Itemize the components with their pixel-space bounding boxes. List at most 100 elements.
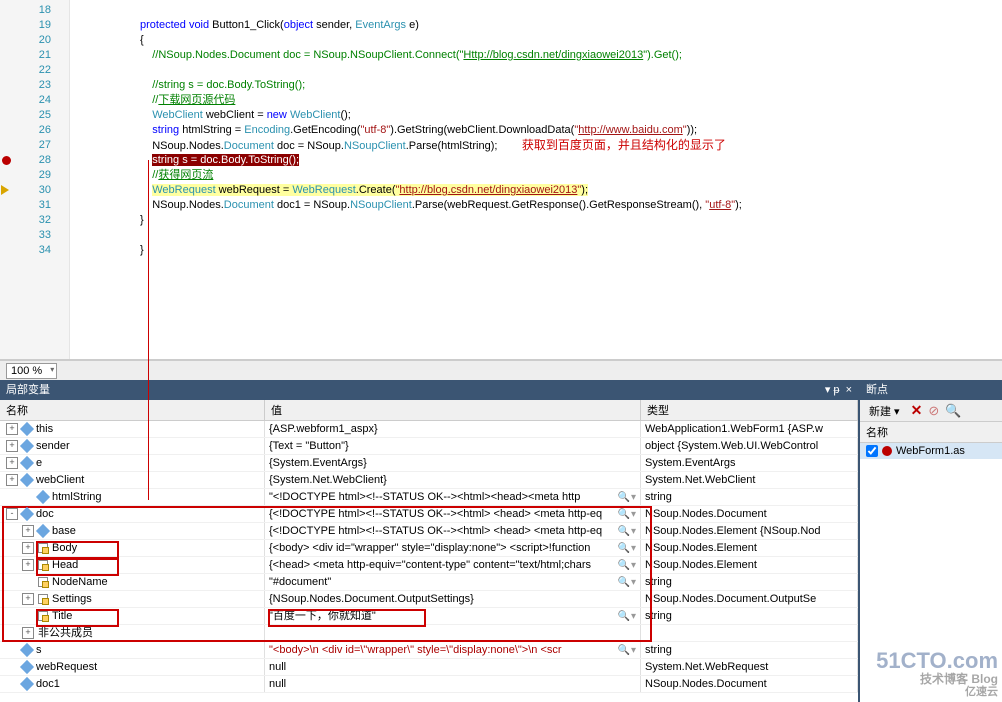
magnifier-icon[interactable]: 🔍 bbox=[618, 506, 636, 522]
magnifier-icon[interactable]: 🔍 bbox=[618, 642, 636, 658]
magnifier-icon[interactable]: 🔍 bbox=[618, 489, 636, 505]
code-line[interactable]: string htmlString = Encoding.GetEncoding… bbox=[70, 123, 1002, 138]
expand-toggle[interactable]: + bbox=[6, 440, 18, 452]
line-number[interactable]: 33 bbox=[0, 228, 69, 243]
cell-value[interactable]: null bbox=[265, 676, 641, 692]
code-line[interactable]: //NSoup.Nodes.Document doc = NSoup.NSoup… bbox=[70, 48, 1002, 63]
magnifier-icon[interactable]: 🔍 bbox=[618, 608, 636, 624]
bp-header-name[interactable]: 名称 bbox=[860, 422, 1002, 443]
cell-name[interactable]: s bbox=[0, 642, 265, 658]
zoom-combo[interactable]: 100 % bbox=[6, 363, 57, 379]
bp-checkbox[interactable] bbox=[866, 445, 878, 457]
cell-name[interactable]: +webClient bbox=[0, 472, 265, 488]
locals-row[interactable]: +Head{<head> <meta http-equiv="content-t… bbox=[0, 557, 858, 574]
code-line[interactable] bbox=[70, 3, 1002, 18]
line-number[interactable]: 30 bbox=[0, 183, 69, 198]
code-line[interactable]: WebClient webClient = new WebClient(); bbox=[70, 108, 1002, 123]
bp-item[interactable]: WebForm1.as bbox=[860, 443, 1002, 459]
header-value[interactable]: 值 bbox=[265, 400, 641, 420]
cell-value[interactable]: {System.EventArgs} bbox=[265, 455, 641, 471]
expand-toggle[interactable]: + bbox=[6, 457, 18, 469]
locals-row[interactable]: +this{ASP.webform1_aspx}WebApplication1.… bbox=[0, 421, 858, 438]
line-number[interactable]: 27 bbox=[0, 138, 69, 153]
magnifier-icon[interactable]: 🔍 bbox=[618, 523, 636, 539]
locals-row[interactable]: s"<body>\n <div id=\"wrapper\" style=\"d… bbox=[0, 642, 858, 659]
header-type[interactable]: 类型 bbox=[641, 400, 858, 420]
cell-name[interactable]: +Body bbox=[0, 540, 265, 556]
locals-row[interactable]: +非公共成员 bbox=[0, 625, 858, 642]
cell-value[interactable]: "#document"🔍 bbox=[265, 574, 641, 590]
code-line[interactable] bbox=[70, 228, 1002, 243]
cell-value[interactable]: {ASP.webform1_aspx} bbox=[265, 421, 641, 437]
bp-search-icon[interactable]: 🔍 bbox=[945, 403, 961, 419]
locals-row[interactable]: +webClient{System.Net.WebClient}System.N… bbox=[0, 472, 858, 489]
cell-value[interactable]: "<body>\n <div id=\"wrapper\" style=\"di… bbox=[265, 642, 641, 658]
expand-toggle[interactable]: + bbox=[22, 559, 34, 571]
bp-delete-icon[interactable]: ✕ bbox=[911, 402, 923, 419]
code-line[interactable]: string s = doc.Body.ToString(); bbox=[70, 153, 1002, 168]
cell-name[interactable]: +Head bbox=[0, 557, 265, 573]
line-number[interactable]: 24 bbox=[0, 93, 69, 108]
locals-row[interactable]: +base{<!DOCTYPE html><!--STATUS OK--><ht… bbox=[0, 523, 858, 540]
bp-disable-icon[interactable]: ⊘ bbox=[928, 403, 939, 419]
expand-toggle[interactable]: + bbox=[22, 542, 34, 554]
code-line[interactable]: NSoup.Nodes.Document doc1 = NSoup.NSoupC… bbox=[70, 198, 1002, 213]
locals-row[interactable]: Title"百度一下，你就知道"🔍string bbox=[0, 608, 858, 625]
line-number[interactable]: 18 bbox=[0, 3, 69, 18]
code-line[interactable] bbox=[70, 63, 1002, 78]
cell-value[interactable]: {Text = "Button"} bbox=[265, 438, 641, 454]
line-number[interactable]: 31 bbox=[0, 198, 69, 213]
line-number[interactable]: 22 bbox=[0, 63, 69, 78]
line-number[interactable]: 19 bbox=[0, 18, 69, 33]
code-line[interactable]: protected void Button1_Click(object send… bbox=[70, 18, 1002, 33]
cell-value[interactable]: {<!DOCTYPE html><!--STATUS OK--><html> <… bbox=[265, 523, 641, 539]
cell-value[interactable]: {<!DOCTYPE html><!--STATUS OK--><html> <… bbox=[265, 506, 641, 522]
cell-name[interactable]: +e bbox=[0, 455, 265, 471]
cell-name[interactable]: +this bbox=[0, 421, 265, 437]
cell-value[interactable]: "百度一下，你就知道"🔍 bbox=[265, 608, 641, 624]
cell-name[interactable]: +sender bbox=[0, 438, 265, 454]
locals-row[interactable]: +e{System.EventArgs}System.EventArgs bbox=[0, 455, 858, 472]
cell-name[interactable]: Title bbox=[0, 608, 265, 624]
magnifier-icon[interactable]: 🔍 bbox=[618, 557, 636, 573]
code-line[interactable]: //获得网页流 bbox=[70, 168, 1002, 183]
line-number[interactable]: 21 bbox=[0, 48, 69, 63]
cell-name[interactable]: +base bbox=[0, 523, 265, 539]
expand-toggle[interactable]: - bbox=[6, 508, 18, 520]
locals-row[interactable]: htmlString"<!DOCTYPE html><!--STATUS OK-… bbox=[0, 489, 858, 506]
code-content[interactable]: protected void Button1_Click(object send… bbox=[70, 0, 1002, 359]
cell-value[interactable] bbox=[265, 625, 641, 641]
code-line[interactable]: WebRequest webRequest = WebRequest.Creat… bbox=[70, 183, 1002, 198]
cell-value[interactable]: {<head> <meta http-equiv="content-type" … bbox=[265, 557, 641, 573]
cell-value[interactable]: {<body> <div id="wrapper" style="display… bbox=[265, 540, 641, 556]
locals-row[interactable]: +Settings{NSoup.Nodes.Document.OutputSet… bbox=[0, 591, 858, 608]
bp-new-button[interactable]: 新建 ▾ bbox=[864, 401, 905, 421]
magnifier-icon[interactable]: 🔍 bbox=[618, 540, 636, 556]
pin-icon[interactable]: ▾ ᵽ bbox=[825, 380, 840, 400]
cell-name[interactable]: -doc bbox=[0, 506, 265, 522]
expand-toggle[interactable]: + bbox=[6, 474, 18, 486]
expand-toggle[interactable]: + bbox=[22, 627, 34, 639]
cell-name[interactable]: NodeName bbox=[0, 574, 265, 590]
code-line[interactable]: { bbox=[70, 33, 1002, 48]
expand-toggle[interactable]: + bbox=[22, 593, 34, 605]
locals-row[interactable]: +sender{Text = "Button"}object {System.W… bbox=[0, 438, 858, 455]
locals-row[interactable]: doc1nullNSoup.Nodes.Document bbox=[0, 676, 858, 693]
close-icon[interactable]: × bbox=[846, 380, 852, 400]
cell-name[interactable]: doc1 bbox=[0, 676, 265, 692]
header-name[interactable]: 名称 bbox=[0, 400, 265, 420]
line-number[interactable]: 20 bbox=[0, 33, 69, 48]
expand-toggle[interactable]: + bbox=[22, 525, 34, 537]
cell-name[interactable]: htmlString bbox=[0, 489, 265, 505]
line-number[interactable]: 34 bbox=[0, 243, 69, 258]
cell-value[interactable]: {NSoup.Nodes.Document.OutputSettings} bbox=[265, 591, 641, 607]
line-number[interactable]: 29 bbox=[0, 168, 69, 183]
cell-value[interactable]: null bbox=[265, 659, 641, 675]
code-line[interactable]: } bbox=[70, 213, 1002, 228]
locals-grid[interactable]: +this{ASP.webform1_aspx}WebApplication1.… bbox=[0, 421, 858, 693]
cell-name[interactable]: +Settings bbox=[0, 591, 265, 607]
cell-value[interactable]: "<!DOCTYPE html><!--STATUS OK--><html><h… bbox=[265, 489, 641, 505]
line-number[interactable]: 32 bbox=[0, 213, 69, 228]
cell-name[interactable]: webRequest bbox=[0, 659, 265, 675]
expand-toggle[interactable]: + bbox=[6, 423, 18, 435]
